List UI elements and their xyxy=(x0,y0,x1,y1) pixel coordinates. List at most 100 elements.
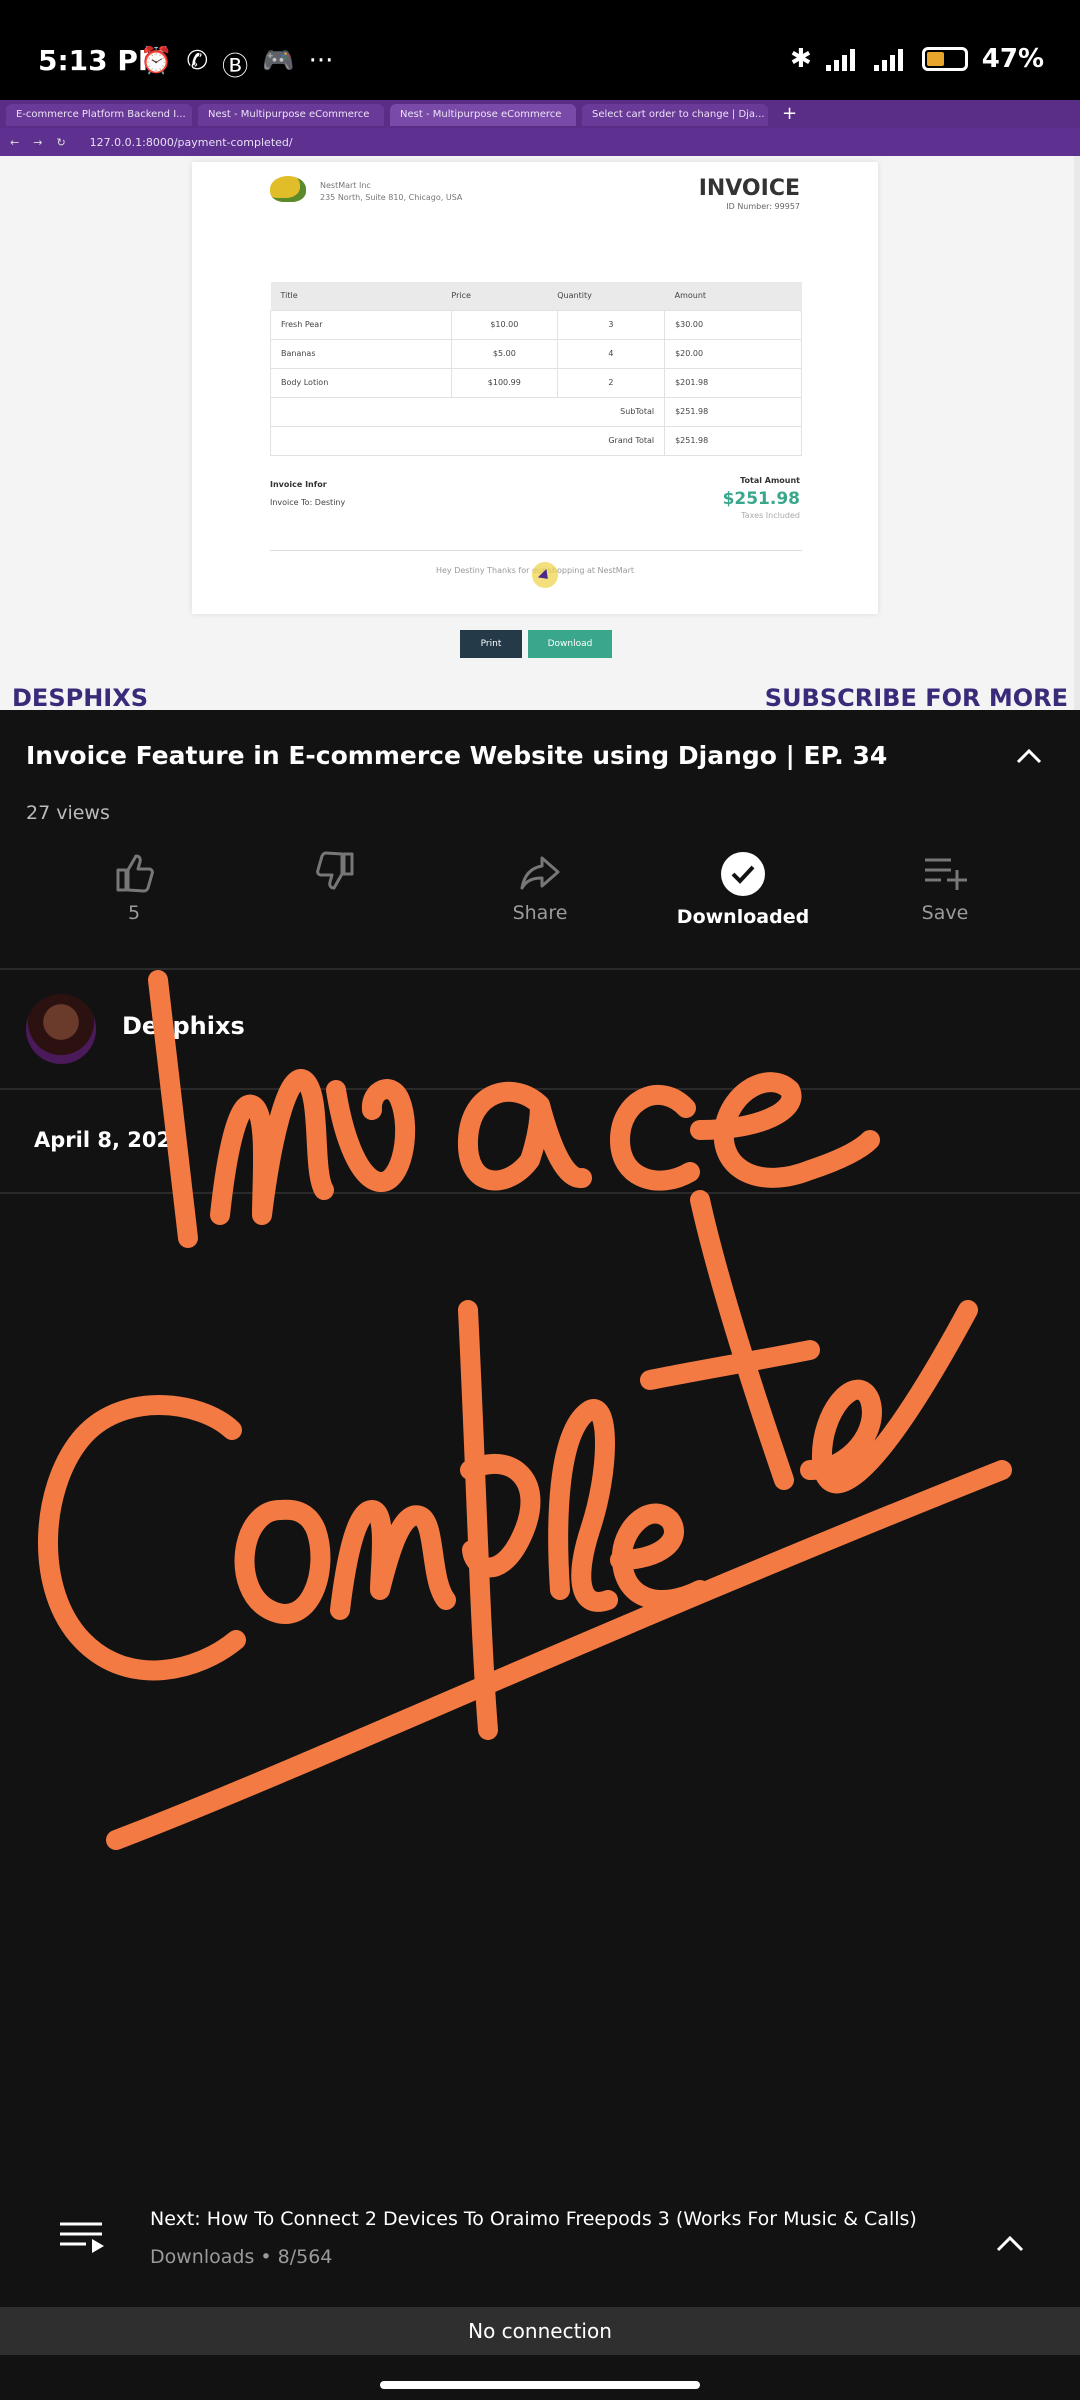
next-up-bar[interactable]: Next: How To Connect 2 Devices To Oraimo… xyxy=(0,2180,1080,2320)
like-button[interactable]: 5 xyxy=(34,850,234,924)
company-name: NestMart Inc xyxy=(320,181,371,190)
expand-chevron-icon[interactable] xyxy=(994,2228,1026,2260)
downloaded-button[interactable]: Downloaded xyxy=(643,850,843,928)
cell: Bananas xyxy=(270,338,452,369)
more-dots-icon: ··· xyxy=(308,46,334,76)
thumbs-up-icon xyxy=(116,854,154,893)
invoice-title: INVOICE xyxy=(698,176,800,201)
notification-icons: ⏰ ✆ Ⓑ 🎮 ··· xyxy=(140,46,333,83)
cell: 3 xyxy=(556,309,666,340)
share-button[interactable]: Share xyxy=(440,850,640,924)
download-invoice-button[interactable]: Download xyxy=(528,630,612,658)
save-button[interactable]: Save xyxy=(845,850,1045,924)
cell: $10.00 xyxy=(450,309,558,340)
video-player[interactable]: E-commerce Platform Backend I... Nest - … xyxy=(0,100,1080,710)
divider xyxy=(0,1192,1080,1194)
grand-total-row: Grand Total $251.98 xyxy=(269,425,802,456)
watermark-channel: DESPHIXS xyxy=(12,684,148,710)
handwritten-scribble xyxy=(38,970,1012,1850)
subtotal-label: SubTotal xyxy=(269,396,666,427)
invoice-card: NestMart Inc 235 North, Suite 810, Chica… xyxy=(192,162,878,614)
total-amount-label: Total Amount xyxy=(740,476,800,485)
upload-date: April 8, 2023 xyxy=(34,1128,186,1152)
invoice-info: Invoice Infor Invoice To: Destiny xyxy=(270,476,345,512)
subtotal-value: $251.98 xyxy=(664,396,802,427)
action-row: 5 Share Downloaded Save xyxy=(0,850,1080,960)
grand-total-value: $251.98 xyxy=(664,425,802,456)
reload-icon: ↻ xyxy=(56,135,66,149)
subtotal-row: SubTotal $251.98 xyxy=(269,396,802,427)
next-video-subtitle: Downloads • 8/564 xyxy=(150,2246,333,2268)
cell: Body Lotion xyxy=(270,367,452,398)
new-tab-icon: + xyxy=(782,103,798,124)
b-icon: Ⓑ xyxy=(222,52,249,82)
watermark-subscribe: SUBSCRIBE FOR MORE xyxy=(764,684,1068,710)
back-icon: ← xyxy=(10,135,20,149)
browser-url: 127.0.0.1:8000/payment-completed/ xyxy=(89,135,293,149)
invoice-info-label: Invoice Infor xyxy=(270,480,327,489)
company-info: NestMart Inc 235 North, Suite 810, Chica… xyxy=(320,180,462,204)
divider xyxy=(0,968,1080,970)
thumbs-down-icon xyxy=(316,851,354,890)
header-price: Price xyxy=(451,282,558,310)
status-bar: 5:13 PM ⏰ ✆ Ⓑ 🎮 ··· ✱ 47% xyxy=(0,0,1080,100)
channel-name[interactable]: Desphixs xyxy=(122,1012,245,1040)
grand-total-label: Grand Total xyxy=(269,425,666,456)
print-button[interactable]: Print xyxy=(460,630,522,658)
downloaded-label: Downloaded xyxy=(676,906,810,928)
game-controller-icon: 🎮 xyxy=(262,46,295,76)
alarm-icon: ⏰ xyxy=(140,46,173,76)
status-right: ✱ 47% xyxy=(790,44,1044,74)
view-count: 27 views xyxy=(26,802,110,824)
forward-icon: → xyxy=(33,135,43,149)
save-label: Save xyxy=(921,902,969,924)
share-label: Share xyxy=(512,902,568,924)
browser-tab: E-commerce Platform Backend I... xyxy=(6,104,192,126)
invoice-to: Invoice To: Destiny xyxy=(270,498,346,507)
cell: $20.00 xyxy=(664,338,802,369)
browser-tab: Nest - Multipurpose eCommerce xyxy=(198,104,384,126)
cell: $201.98 xyxy=(664,367,802,398)
battery-percent: 47% xyxy=(981,44,1044,74)
table-row: Bananas $5.00 4 $20.00 xyxy=(270,338,802,369)
next-video-title[interactable]: Next: How To Connect 2 Devices To Oraimo… xyxy=(150,2208,917,2230)
company-address: 235 North, Suite 810, Chicago, USA xyxy=(320,193,463,202)
taxes-note: Taxes Included xyxy=(741,511,800,520)
header-amount: Amount xyxy=(664,282,802,310)
battery-icon xyxy=(921,47,968,71)
avatar[interactable] xyxy=(26,994,96,1064)
share-icon xyxy=(520,856,560,890)
cell: 2 xyxy=(556,367,666,398)
browser-tab: Select cart order to change | Dja... xyxy=(582,104,768,126)
whatsapp-icon: ✆ xyxy=(186,46,209,76)
browser-url-bar: ← → ↻ 127.0.0.1:8000/payment-completed/ xyxy=(0,128,1080,156)
total-amount: $251.98 xyxy=(722,489,800,509)
collapse-chevron-icon[interactable] xyxy=(1014,742,1044,772)
table-header: Title Price Quantity Amount xyxy=(270,282,802,310)
table-row: Body Lotion $100.99 2 $201.98 xyxy=(270,367,802,398)
header-title: Title xyxy=(270,282,452,310)
header-quantity: Quantity xyxy=(557,282,665,310)
bluetooth-icon: ✱ xyxy=(789,44,812,74)
video-title[interactable]: Invoice Feature in E-commerce Website us… xyxy=(26,738,976,774)
video-details-panel: Invoice Feature in E-commerce Website us… xyxy=(0,710,1080,2400)
browser-tabs: E-commerce Platform Backend I... Nest - … xyxy=(0,100,1080,128)
company-logo xyxy=(270,176,306,202)
cell: $100.99 xyxy=(450,367,558,398)
cell: $5.00 xyxy=(450,338,558,369)
signal-icon xyxy=(825,49,855,71)
table-row: Fresh Pear $10.00 3 $30.00 xyxy=(270,309,802,340)
home-indicator[interactable] xyxy=(380,2381,700,2389)
dislike-button[interactable] xyxy=(236,850,436,902)
scrollbar xyxy=(1074,156,1080,710)
browser-tab-active: Nest - Multipurpose eCommerce xyxy=(390,104,576,126)
divider xyxy=(0,1088,1080,1090)
invoice-id: ID Number: 99957 xyxy=(726,202,800,211)
cell: Fresh Pear xyxy=(270,309,452,340)
downloaded-check-icon xyxy=(721,852,765,896)
divider xyxy=(270,550,802,551)
playlist-play-icon xyxy=(60,2222,104,2253)
like-count: 5 xyxy=(127,902,141,924)
connection-status: No connection xyxy=(0,2307,1080,2355)
total-amount-block: Total Amount $251.98 Taxes Included xyxy=(723,476,800,520)
